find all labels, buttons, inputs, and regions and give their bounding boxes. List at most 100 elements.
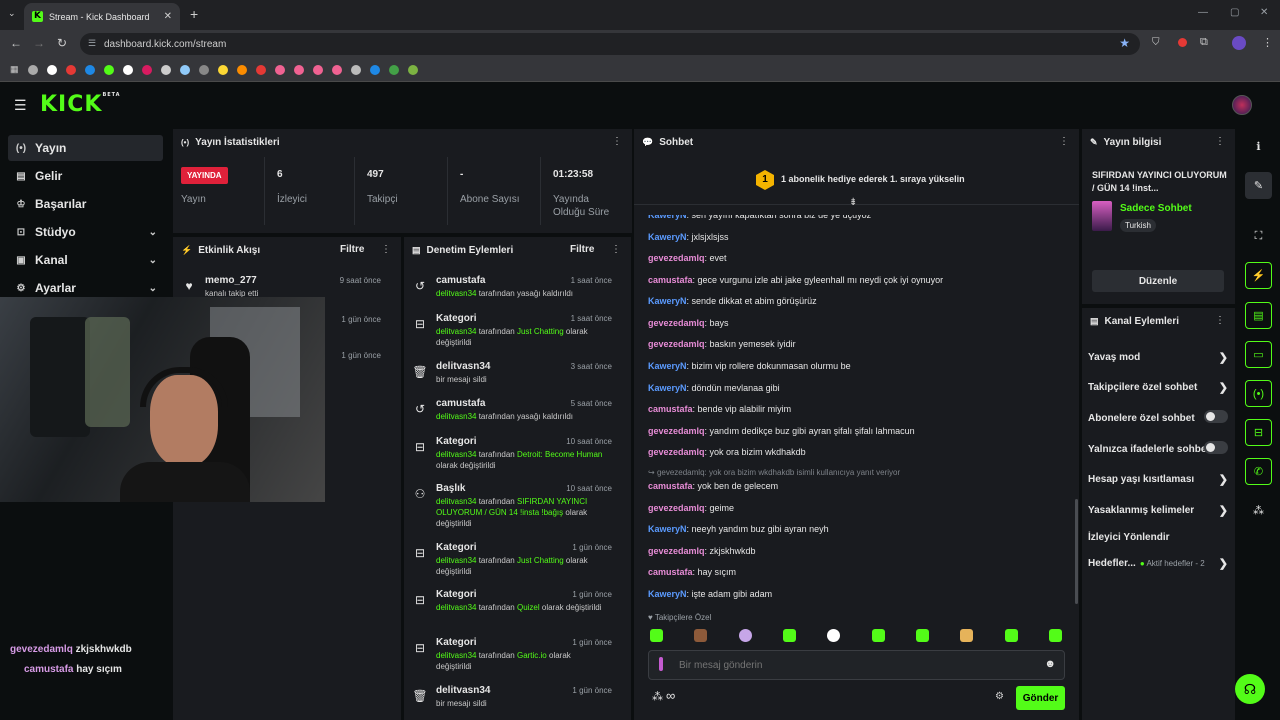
connections-icon[interactable]: ⁂ [1245,497,1272,524]
mod-item-title[interactable]: Başlık [436,483,465,494]
chat-username[interactable]: camustafa [648,404,693,414]
gift-banner[interactable]: 1 1 abonelik hediye ederek 1. sıraya yük… [634,155,1079,208]
bookmark-map-icon[interactable] [407,64,418,75]
sidebar-item-studyo[interactable]: ⊡ Stüdyo ⌄ [8,219,163,245]
sidebar-item-kanal[interactable]: ▣ Kanal ⌄ [8,247,163,273]
minimize-icon[interactable]: — [1198,7,1208,18]
sidebar-item-basarilar[interactable]: ♔ Başarılar [8,191,163,217]
microphone-icon[interactable] [659,657,663,671]
host-action[interactable]: İzleyici Yönlendir [1088,532,1228,543]
more-options-icon[interactable]: ⋮ [1215,315,1225,326]
bookmark-facebook-icon[interactable] [369,64,380,75]
bookmark-star-icon[interactable]: ★ [1119,36,1130,50]
chat-username[interactable]: KaweryN [648,361,687,371]
chat-popout-icon[interactable]: ▭ [1245,341,1272,368]
site-info-icon[interactable]: ☰ [88,38,96,49]
chat-username[interactable]: camustafa [648,275,693,285]
extensions-puzzle-icon[interactable]: ⧉ [1200,36,1208,49]
subscribers-only-toggle[interactable] [1204,410,1228,423]
subscribers-only-action[interactable]: Abonelere özel sohbet [1088,410,1228,424]
maximize-icon[interactable]: ▢ [1230,7,1239,18]
chat-username[interactable]: camustafa [648,481,693,491]
mod-item-title[interactable]: delitvasn34 [436,685,490,696]
bookmark-github-icon[interactable] [122,64,133,75]
mod-item-title[interactable]: Kategori [436,637,477,648]
bookmark-google-icon[interactable] [46,64,57,75]
chat-username[interactable]: KaweryN [648,524,687,534]
bookmark-youtube-icon[interactable] [65,64,76,75]
bookmark-pink2-icon[interactable] [293,64,304,75]
mod-item-title[interactable]: camustafa [436,275,485,286]
sidebar-item-yayin[interactable]: (•) Yayın [8,135,163,161]
kick-logo[interactable]: KICKBETA [40,92,121,117]
broadcast-signal-icon[interactable]: (•) [1245,380,1272,407]
emote-icon[interactable] [783,629,796,642]
bookmark-orange-icon[interactable] [236,64,247,75]
new-tab-icon[interactable]: + [190,6,198,22]
mod-item-title[interactable]: Kategori [436,436,477,447]
followers-only-action[interactable]: Takipçilere özel sohbet ❯ [1088,382,1228,394]
emote-icon[interactable] [1049,629,1062,642]
more-options-icon[interactable]: ⋮ [1215,136,1225,147]
tab-search-icon[interactable]: ⌄ [8,8,16,19]
edit-pencil-icon[interactable]: ✎ [1245,172,1272,199]
emote-icon[interactable] [872,629,885,642]
fullscreen-icon[interactable]: ⛶ [1245,223,1272,250]
bookmark-steam-icon[interactable] [179,64,190,75]
chat-username[interactable]: gevezedamlq [648,253,705,263]
mod-item-title[interactable]: Kategori [436,313,477,324]
more-options-icon[interactable]: ⋮ [611,244,621,255]
bookmark-globe-icon[interactable] [350,64,361,75]
bookmark-chatgpt-icon[interactable] [160,64,171,75]
sidebar-item-gelir[interactable]: ▤ Gelir [8,163,163,189]
chat-username[interactable]: gevezedamlq [648,426,705,436]
bookmark-pink3-icon[interactable] [312,64,323,75]
forward-icon[interactable]: → [33,36,45,50]
bookmark-instagram-icon[interactable] [141,64,152,75]
more-options-icon[interactable]: ⋮ [1059,136,1069,147]
address-bar[interactable]: ☰ dashboard.kick.com/stream ★ [80,33,1140,55]
chat-username[interactable]: camustafa [648,567,693,577]
activity-user[interactable]: memo_277 [205,275,257,286]
emote-icon[interactable] [1005,629,1018,642]
chat-message-input[interactable] [679,657,1039,673]
user-avatar[interactable] [1232,95,1252,115]
bookmark-red-icon[interactable] [255,64,266,75]
chat-scrollbar[interactable] [1075,499,1078,604]
chat-username[interactable]: gevezedamlq [648,318,705,328]
mod-item-title[interactable]: delitvasn34 [436,361,490,372]
chat-input-box[interactable]: ☻ [648,650,1065,680]
send-button[interactable]: Gönder [1016,686,1065,710]
back-icon[interactable]: ← [10,36,22,50]
edit-stream-button[interactable]: Düzenle [1092,270,1224,292]
bookmark-s-icon[interactable] [217,64,228,75]
emotes-only-toggle[interactable] [1204,441,1228,454]
bookmark-apple-icon[interactable] [27,64,38,75]
lightning-bolt-icon[interactable]: ⚡ [1245,262,1272,289]
apps-grid-icon[interactable]: ▦ [10,64,19,75]
more-options-icon[interactable]: ⋮ [381,244,391,255]
emoji-icon[interactable]: ☻ [1044,658,1056,670]
chat-username[interactable]: KaweryN [648,383,687,393]
moderation-filter-button[interactable]: Filtre [570,244,594,255]
info-icon[interactable]: ℹ [1245,133,1272,160]
more-options-icon[interactable]: ⋮ [612,136,622,147]
browser-tab[interactable]: K Stream - Kick Dashboard ✕ [24,3,180,30]
layout-icon[interactable]: ⊟ [1245,419,1272,446]
close-window-icon[interactable]: ✕ [1260,7,1268,18]
clipboard-icon[interactable]: ▤ [1245,302,1272,329]
chat-username[interactable]: gevezedamlq [648,503,705,513]
mod-item-title[interactable]: Kategori [436,542,477,553]
pin-collapse-icon[interactable]: ⇟ [849,197,857,208]
chat-username[interactable]: gevezedamlq [648,546,705,556]
hamburger-menu-icon[interactable]: ☰ [14,97,27,114]
browser-menu-icon[interactable]: ⋮ [1262,36,1273,49]
record-extension-icon[interactable] [1178,38,1187,47]
emote-icon[interactable] [916,629,929,642]
bookmark-generic-icon[interactable] [198,64,209,75]
emote-icon[interactable] [739,629,752,642]
chat-username[interactable]: KaweryN [648,589,687,599]
chat-username[interactable]: gevezedamlq [648,447,705,457]
emote-icon[interactable] [650,629,663,642]
emotes-only-action[interactable]: Yalnızca ifadelerle sohbet [1088,441,1228,455]
